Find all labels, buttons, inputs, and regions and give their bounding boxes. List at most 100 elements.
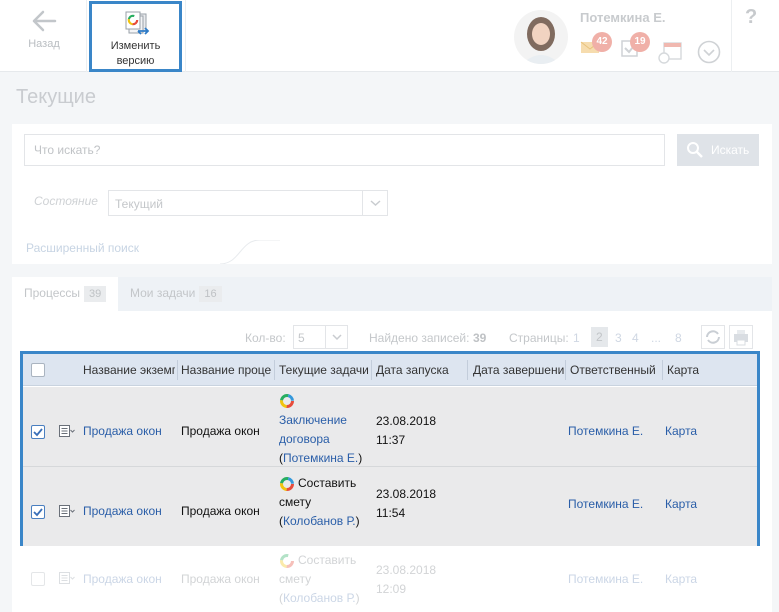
refresh-icon bbox=[706, 330, 720, 344]
task-status-icon bbox=[280, 477, 294, 491]
mail-count-badge: 42 bbox=[592, 32, 612, 52]
map-link[interactable]: Карта bbox=[665, 422, 697, 441]
search-button-label: Искать bbox=[711, 143, 750, 157]
column-separator[interactable] bbox=[274, 360, 275, 380]
page-link-8[interactable]: 8 bbox=[675, 331, 682, 345]
column-header-instance[interactable]: Название экземп bbox=[83, 363, 175, 377]
row-menu-icon[interactable] bbox=[59, 505, 75, 517]
search-panel: Что искать? Искать Состояние Текущий Рас… bbox=[12, 124, 772, 264]
responsible-link[interactable]: Потемкина Е. bbox=[568, 495, 643, 514]
column-separator[interactable] bbox=[565, 360, 566, 380]
row-checkbox[interactable] bbox=[31, 505, 45, 519]
column-header-end-date[interactable]: Дата завершени bbox=[473, 363, 565, 377]
column-header-current-tasks[interactable]: Текущие задачи bbox=[279, 363, 371, 377]
change-version-button[interactable]: Изменить версию bbox=[89, 1, 182, 72]
start-time: 12:09 bbox=[376, 582, 407, 596]
refresh-button[interactable] bbox=[701, 325, 725, 349]
task-assignee-link[interactable]: Потемкина Е. bbox=[283, 451, 358, 465]
task-assignee: (Потемкина Е.) bbox=[279, 449, 362, 468]
avatar-image bbox=[514, 10, 568, 64]
map-link[interactable]: Карта bbox=[665, 495, 697, 514]
tab-processes[interactable]: Процессы 39 bbox=[12, 277, 118, 311]
task-assignee-close: ) bbox=[355, 514, 360, 528]
search-icon bbox=[687, 142, 703, 158]
task-name: Составить bbox=[298, 476, 357, 490]
user-avatar[interactable] bbox=[514, 10, 568, 64]
process-name: Продажа окон bbox=[181, 504, 260, 518]
user-name[interactable]: Потемкина Е. bbox=[580, 10, 665, 25]
per-page-select[interactable]: 5 bbox=[293, 325, 348, 349]
responsible-link[interactable]: Потемкина Е. bbox=[568, 422, 643, 441]
column-header-map[interactable]: Карта bbox=[667, 363, 699, 377]
per-page-label: Кол-во: bbox=[245, 331, 286, 345]
column-separator[interactable] bbox=[662, 360, 663, 380]
tasks-notification[interactable]: 19 bbox=[620, 32, 650, 61]
page-title: Текущие bbox=[16, 86, 96, 108]
responsible-link[interactable]: Потемкина Е. bbox=[568, 570, 643, 589]
process-name: Продажа окон bbox=[181, 572, 260, 586]
tab-my-tasks[interactable]: Мои задачи 16 bbox=[130, 277, 222, 311]
page-link-3[interactable]: 3 bbox=[615, 331, 622, 345]
pages-label: Страницы: bbox=[509, 331, 569, 345]
advanced-search-link[interactable]: Расширенный поиск bbox=[26, 241, 139, 255]
found-value: 39 bbox=[473, 331, 487, 345]
column-header-start-date[interactable]: Дата запуска bbox=[376, 363, 449, 377]
user-menu-toggle[interactable] bbox=[697, 40, 721, 67]
page-current[interactable]: 2 bbox=[591, 327, 608, 347]
calendar-icon bbox=[658, 42, 682, 64]
page-link-4[interactable]: 4 bbox=[632, 331, 639, 345]
tab-my-tasks-count: 16 bbox=[199, 286, 222, 302]
change-version-label-1: Изменить bbox=[110, 40, 161, 52]
table-row[interactable]: Продажа окон Продажа окон Составить смет… bbox=[20, 546, 760, 612]
calendar-notification[interactable] bbox=[658, 42, 684, 67]
help-button[interactable]: ? bbox=[745, 6, 757, 29]
chevron-down-icon bbox=[325, 326, 347, 348]
task-link-line2[interactable]: договора bbox=[279, 430, 330, 449]
top-toolbar: Назад Изменить версию Потемкина Е. 42 19… bbox=[0, 0, 779, 72]
row-menu-icon[interactable] bbox=[59, 425, 75, 437]
instance-link[interactable]: Продажа окон bbox=[83, 422, 162, 441]
state-select[interactable]: Текущий bbox=[108, 190, 388, 216]
column-separator[interactable] bbox=[177, 360, 178, 380]
mail-notification[interactable]: 42 bbox=[580, 32, 612, 57]
task-name-line2: смету bbox=[279, 495, 312, 509]
task-assignee-link[interactable]: Колобанов Р. bbox=[283, 514, 356, 528]
back-button[interactable]: Назад bbox=[14, 8, 74, 50]
task-assignee-link[interactable]: Колобанов Р. bbox=[283, 591, 356, 605]
toolbar-divider bbox=[731, 0, 732, 72]
arrow-left-icon bbox=[32, 10, 57, 32]
map-link[interactable]: Карта bbox=[665, 570, 697, 589]
column-separator[interactable] bbox=[371, 360, 372, 380]
start-time: 11:37 bbox=[376, 433, 406, 447]
column-separator[interactable] bbox=[467, 360, 468, 380]
search-input[interactable]: Что искать? bbox=[24, 134, 665, 166]
back-label: Назад bbox=[28, 38, 60, 50]
change-version-icon bbox=[125, 11, 149, 35]
page-link-1[interactable]: 1 bbox=[573, 331, 580, 345]
column-header-process[interactable]: Название проце bbox=[181, 363, 273, 377]
select-all-checkbox[interactable] bbox=[31, 363, 45, 377]
change-version-label-2: версию bbox=[116, 55, 155, 67]
row-checkbox[interactable] bbox=[31, 425, 45, 439]
task-status-icon bbox=[280, 554, 294, 568]
print-button[interactable] bbox=[729, 325, 753, 349]
tab-processes-label: Процессы bbox=[24, 286, 81, 300]
tab-my-tasks-label: Мои задачи bbox=[130, 286, 196, 300]
print-icon bbox=[734, 330, 748, 346]
row-checkbox[interactable] bbox=[31, 572, 45, 586]
tabs-bar: Процессы 39 Мои задачи 16 bbox=[12, 277, 772, 311]
task-name: Составить bbox=[298, 553, 357, 567]
instance-link[interactable]: Продажа окон bbox=[83, 570, 162, 589]
table-header: Название экземп Название проце Текущие з… bbox=[23, 354, 757, 386]
chevron-down-icon bbox=[362, 191, 387, 215]
search-button[interactable]: Искать bbox=[677, 134, 759, 166]
tasks-count-badge: 19 bbox=[630, 32, 650, 52]
advanced-search-tab-curve bbox=[220, 240, 280, 264]
row-menu-icon[interactable] bbox=[59, 572, 75, 584]
instance-link[interactable]: Продажа окон bbox=[83, 502, 162, 521]
task-link[interactable]: Заключение bbox=[279, 411, 347, 430]
column-header-responsible[interactable]: Ответственный bbox=[570, 363, 656, 377]
table-row[interactable]: Продажа окон Продажа окон Составить смет… bbox=[23, 467, 757, 547]
table-row[interactable]: Продажа окон Продажа окон Заключение дог… bbox=[23, 387, 757, 467]
process-table: Название экземп Название проце Текущие з… bbox=[20, 351, 760, 547]
